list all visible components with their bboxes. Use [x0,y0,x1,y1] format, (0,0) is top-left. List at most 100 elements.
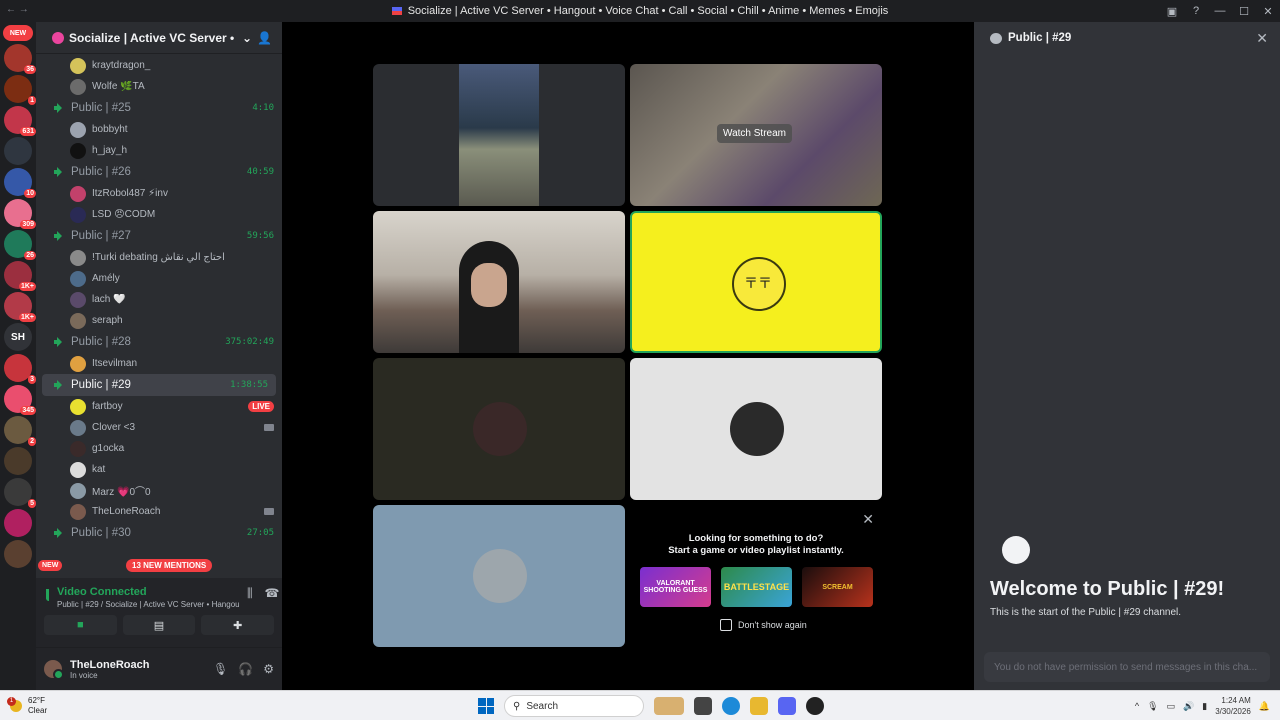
voice-member[interactable]: g1ocka [36,438,282,459]
minimize-button[interactable]: — [1208,5,1232,17]
notification-bell-icon[interactable]: 🔔 [1259,701,1270,712]
activity-game-2[interactable]: BATTLESTAGE [721,567,792,607]
voice-member[interactable]: seraph [36,310,282,331]
close-chat-icon[interactable]: ✕ [1256,30,1268,47]
invite-people-icon[interactable]: 👤 [257,31,272,45]
video-tile-avatar[interactable] [373,505,625,647]
server-icon[interactable]: SH [4,323,32,351]
new-unreads-badge[interactable]: NEW [3,25,33,41]
server-icon[interactable]: 1K+ [4,261,36,291]
voice-member[interactable]: Amély [36,268,282,289]
task-view-icon[interactable] [694,697,712,715]
server-icon[interactable] [4,137,32,165]
user-name[interactable]: TheLoneRoach [70,659,205,671]
server-icon[interactable]: 1K+ [4,292,36,322]
inbox-icon[interactable]: ▣ [1160,5,1184,18]
network-icon[interactable]: ▭ [1167,701,1176,712]
voice-member[interactable]: LSD 😠CODM [36,204,282,225]
volume-icon[interactable]: 🔊 [1183,701,1194,712]
voice-member[interactable]: Itsevilman [36,353,282,374]
user-panel: TheLoneRoach In voice 🎙 🎧 ⚙ [36,648,282,690]
video-tile-camera[interactable] [373,64,625,206]
settings-gear-icon[interactable]: ⚙ [263,662,274,676]
maximize-button[interactable]: ☐ [1232,5,1256,18]
server-icon[interactable]: 36 [4,44,36,74]
server-header[interactable]: Socialize | Active VC Server • Han... ⌄ … [36,22,282,54]
server-icon[interactable]: 1 [4,75,36,105]
server-icon[interactable]: 3 [4,354,36,384]
server-icon[interactable]: 309 [4,199,36,229]
server-icon[interactable]: 5 [4,478,36,508]
file-explorer-icon[interactable] [750,697,768,715]
video-tile-avatar[interactable] [630,358,882,500]
microphone-tray-icon[interactable]: 🎙 [1147,701,1158,712]
video-tile-webcam[interactable] [373,211,625,353]
voice-status[interactable]: Video Connected [57,586,239,598]
message-input[interactable]: You do not have permission to send messa… [984,652,1270,682]
watch-stream-button[interactable]: Watch Stream [717,124,792,143]
voice-location[interactable]: Public | #29 / Socialize | Active VC Ser… [57,600,239,609]
voice-channel[interactable]: Public | #27 59:56 [36,225,282,247]
voice-member[interactable]: ItzRobol487 ⚡inv [36,183,282,204]
voice-member[interactable]: Clover <3 [36,417,282,438]
checkbox-icon[interactable] [720,619,732,631]
dont-show-again-checkbox[interactable]: Don't show again [720,619,807,631]
video-tile-avatar[interactable] [373,358,625,500]
new-mentions-pill[interactable]: 13 NEW MENTIONS [126,559,213,572]
server-icon[interactable]: 26 [4,230,36,260]
clock[interactable]: 1:24 AM 3/30/2026 [1215,695,1251,717]
windows-start-icon[interactable] [478,698,494,714]
voice-member[interactable]: bobbyht [36,119,282,140]
battery-icon[interactable]: ▮ [1202,701,1207,712]
chevron-up-icon[interactable]: ^ [1135,701,1139,711]
headset-icon[interactable]: 🎧 [238,662,253,676]
voice-member[interactable]: !Turki debating احتاج الي نقاش [36,247,282,268]
voice-channel[interactable]: Public | #26 40:59 [36,161,282,183]
signal-icon[interactable] [46,589,49,601]
camera-button[interactable]: ■ [44,615,117,635]
activities-button[interactable]: ✚ [201,615,275,635]
voice-channel[interactable]: Public | #29 1:38:55 [42,374,276,396]
voice-member[interactable]: Wolfe 🌿TA [36,76,282,97]
video-tile-speaking-avatar[interactable] [630,211,882,353]
member-name: LSD 😠CODM [92,209,156,220]
voice-member[interactable]: lach 🤍 [36,289,282,310]
voice-member[interactable]: Marz 💗0⌒0 [36,480,282,501]
widgets-icon[interactable] [654,697,684,715]
voice-member[interactable]: fartboy LIVE [36,396,282,417]
noise-suppression-icon[interactable]: ⫼ [247,586,253,601]
server-icon[interactable]: 345 [4,385,36,415]
new-unreads-pill[interactable]: NEW [38,560,63,571]
video-tile-stream[interactable]: Watch Stream [630,64,882,206]
weather-widget[interactable]: 1 62°F Clear [7,696,47,716]
chevron-down-icon[interactable]: ⌄ [242,31,252,45]
share-screen-button[interactable]: ▤ [122,615,196,635]
disconnect-icon[interactable]: ☎ [265,586,280,601]
voice-channel[interactable]: Public | #30 27:05 [36,522,282,544]
voice-member[interactable]: h_jay_h [36,140,282,161]
taskbar-search[interactable]: ⚲ Search [504,695,644,717]
activity-game-3[interactable]: SCREAM [802,567,873,607]
voice-member[interactable]: TheLoneRoach [36,501,282,522]
back-forward-icon[interactable]: ← → [6,4,29,15]
activity-game-1[interactable]: VALORANT SHOOTING GUESS [640,567,711,607]
edge-browser-icon[interactable] [722,697,740,715]
obs-app-icon[interactable] [806,697,824,715]
voice-member[interactable]: kat [36,459,282,480]
discord-app-icon[interactable] [778,697,796,715]
server-icon[interactable] [4,509,32,537]
avatar [70,398,86,415]
server-icon[interactable]: 2 [4,416,36,446]
server-icon[interactable]: 631 [4,106,36,136]
microphone-icon[interactable]: 🎙 [213,662,228,676]
avatar[interactable] [44,660,64,680]
server-icon[interactable] [4,447,32,475]
voice-channel[interactable]: Public | #28 375:02:49 [36,331,282,353]
close-icon[interactable]: ✕ [862,511,874,528]
server-icon[interactable]: 10 [4,168,36,198]
help-icon[interactable]: ? [1184,5,1208,17]
server-icon[interactable] [4,540,32,568]
voice-member[interactable]: kraytdragon_ [36,55,282,76]
voice-channel[interactable]: Public | #25 4:10 [36,97,282,119]
close-button[interactable]: ✕ [1256,5,1280,18]
